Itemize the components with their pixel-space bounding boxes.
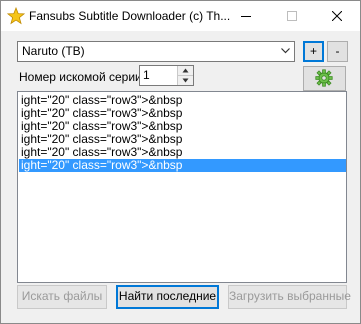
title-bar: Fansubs Subtitle Downloader (c) Th... <box>1 1 360 31</box>
add-series-button[interactable]: + <box>303 41 324 62</box>
app-window: Fansubs Subtitle Downloader (c) Th... Na… <box>0 0 361 324</box>
settings-button[interactable] <box>303 66 346 91</box>
close-button[interactable] <box>314 1 360 31</box>
close-icon <box>332 11 342 21</box>
chevron-down-icon <box>182 78 189 83</box>
maximize-button[interactable] <box>269 1 315 31</box>
minimize-button[interactable] <box>223 1 269 31</box>
chevron-up-icon <box>182 68 189 73</box>
stepper-down-button[interactable] <box>177 76 193 85</box>
find-latest-button[interactable]: Найти последние <box>116 285 219 309</box>
remove-series-button[interactable]: - <box>327 41 348 62</box>
episode-number-value[interactable]: 1 <box>143 68 150 82</box>
search-files-button[interactable]: Искать файлы <box>17 285 107 309</box>
episode-number-stepper[interactable]: 1 <box>139 65 194 86</box>
series-select[interactable]: Naruto (TB) <box>17 41 295 62</box>
client-area: Naruto (TB) + - Номер искомой серии 1 ig… <box>1 31 360 323</box>
download-selected-button[interactable]: Загрузить выбранные <box>228 285 351 309</box>
chevron-down-icon <box>281 48 290 54</box>
stepper-up-button[interactable] <box>177 66 193 76</box>
episode-number-label: Номер искомой серии <box>19 70 142 84</box>
maximize-icon <box>287 11 297 21</box>
series-select-value: Naruto (TB) <box>22 44 85 58</box>
star-icon <box>6 6 26 25</box>
minimize-icon <box>241 16 251 17</box>
window-title: Fansubs Subtitle Downloader (c) Th... <box>29 9 231 23</box>
gear-icon <box>315 69 333 87</box>
results-list[interactable]: ight="20" class="row3">&nbsp ight="20" c… <box>17 91 347 283</box>
list-item-selected[interactable]: ight="20" class="row3">&nbsp <box>19 159 346 172</box>
